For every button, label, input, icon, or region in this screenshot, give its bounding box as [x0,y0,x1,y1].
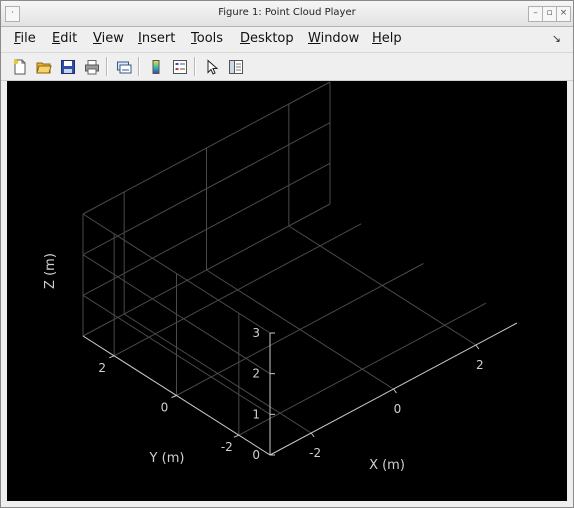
x-tick-label: 0 [394,402,402,416]
pointer-icon[interactable] [201,56,222,77]
floor-grid-line-y [176,263,424,396]
minimize-button[interactable]: – [528,6,543,22]
menu-file[interactable]: File [14,31,36,46]
open-file-icon[interactable] [33,56,54,77]
axes-grid [82,81,487,456]
menu-bar: File Edit View Insert Tools Desktop Wind… [1,27,573,51]
x-axis-label: X (m) [369,458,405,473]
menu-help[interactable]: Help [372,31,402,46]
toolbar-separator [138,57,140,76]
link-plot-icon[interactable] [113,56,134,77]
y-tick-mark [233,434,240,438]
y-tick-mark [108,355,115,359]
plot-canvas[interactable]: -2 0 2 2 0 -2 0 1 2 3 X (m) Y (m) Z (m) [7,81,567,501]
x-tick-label: 2 [476,358,484,372]
maximize-button[interactable]: ▫ [542,6,557,22]
z-tick-label: 2 [252,367,260,381]
menu-edit[interactable]: Edit [52,31,77,46]
window-title: Figure 1: Point Cloud Player [218,7,356,18]
colorbar-icon[interactable] [145,56,166,77]
legend-icon[interactable] [169,56,190,77]
property-editor-icon[interactable] [225,56,246,77]
menu-view[interactable]: View [93,31,124,46]
toolbar-separator [106,57,108,76]
floor-grid-line-y [113,223,362,357]
menu-window[interactable]: Window [308,31,359,46]
new-figure-icon[interactable] [9,56,30,77]
menu-desktop[interactable]: Desktop [240,31,294,46]
close-button[interactable]: × [556,6,571,22]
z-tick-label: 3 [252,326,260,340]
figure-window: · Figure 1: Point Cloud Player – ▫ × Fil… [0,0,574,508]
menu-tools[interactable]: Tools [191,31,223,46]
toolbar-separator [194,57,196,76]
floor-grid-line-y [238,302,487,436]
x-tick-mark [475,344,480,350]
print-icon[interactable] [81,56,102,77]
axes-ticks: -2 0 2 2 0 -2 0 1 2 3 [82,322,518,462]
x-tick-mark [393,388,397,394]
y-tick-label: 2 [98,361,106,375]
x-tick-mark [310,432,315,438]
axes-3d[interactable]: -2 0 2 2 0 -2 0 1 2 3 X (m) Y (m) Z (m) [7,81,567,501]
y-tick-mark [171,395,177,398]
dock-arrow-icon[interactable]: ↘ [552,32,561,45]
title-bar[interactable]: · Figure 1: Point Cloud Player – ▫ × [1,1,573,27]
z-tick-label: 0 [252,448,260,462]
x-tick-label: -2 [309,446,321,460]
toolbar [1,52,573,81]
save-icon[interactable] [57,56,78,77]
y-axis-label: Y (m) [149,451,185,466]
y-tick-label: -2 [221,440,233,454]
y-tick-label: 0 [161,401,169,415]
z-tick-label: 1 [252,407,260,421]
menu-insert[interactable]: Insert [138,31,175,46]
z-axis-label: Z (m) [43,253,58,289]
